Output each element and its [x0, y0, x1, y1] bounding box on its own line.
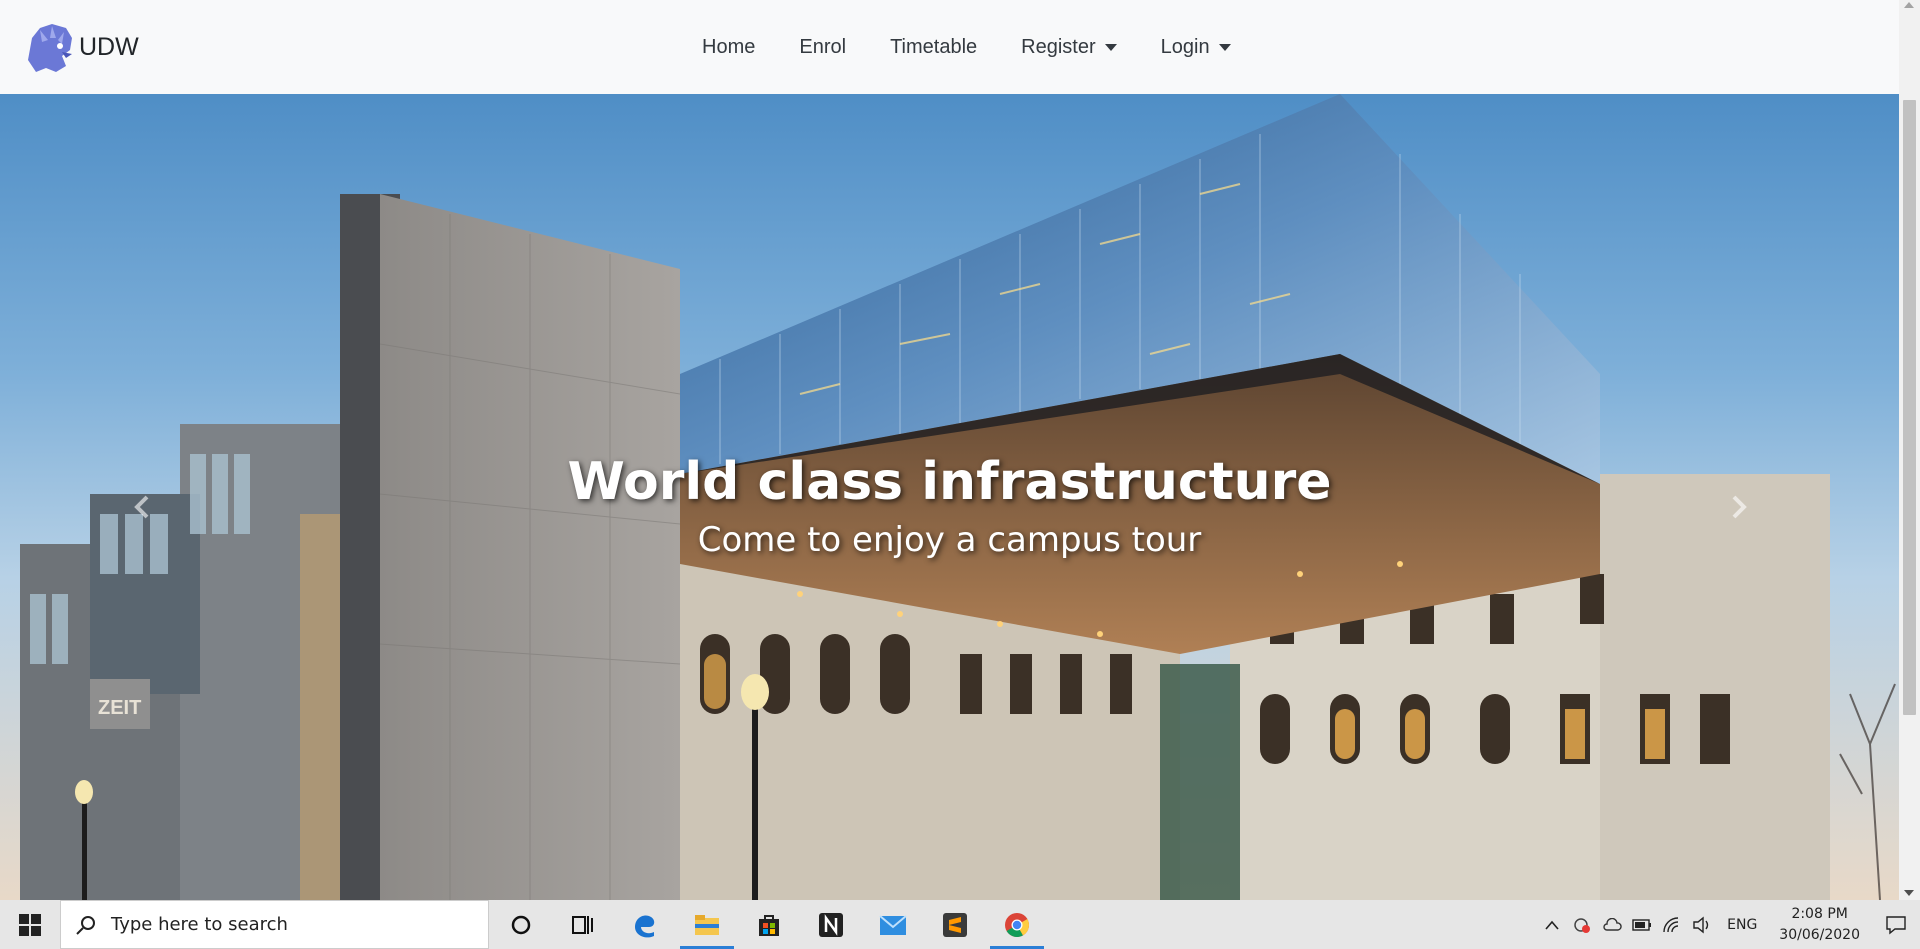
wifi-icon: [1663, 916, 1679, 932]
taskbar-clock[interactable]: 2:08 PM 30/06/2020: [1767, 904, 1872, 946]
clock-date: 30/06/2020: [1779, 926, 1860, 943]
search-placeholder: Type here to search: [111, 914, 288, 935]
scrollbar-thumb[interactable]: [1903, 100, 1916, 715]
brand-name: UDW: [79, 33, 139, 61]
cortana-button[interactable]: [490, 900, 552, 949]
zeit-sign-text: ZEIT: [98, 697, 141, 719]
notion-button[interactable]: [800, 900, 862, 949]
sublime-icon: [943, 912, 967, 937]
nav-home-label: Home: [702, 35, 756, 58]
store-icon: [759, 914, 779, 936]
caret-down-icon: [1104, 43, 1117, 51]
notion-icon: [819, 912, 843, 937]
taskbar-search-box[interactable]: Type here to search: [60, 900, 489, 949]
nav-home[interactable]: Home: [680, 36, 777, 59]
nav-login-label: Login: [1160, 35, 1210, 58]
onedrive-tray-button[interactable]: [1597, 900, 1627, 949]
nav-enrol[interactable]: Enrol: [777, 36, 868, 59]
nav-timetable-label: Timetable: [890, 35, 978, 58]
mail-button[interactable]: [862, 900, 924, 949]
windows-logo-icon: [19, 913, 41, 936]
system-tray: ENG 2:08 PM 30/06/2020: [1537, 900, 1920, 949]
sublime-button[interactable]: [924, 900, 986, 949]
search-icon: [76, 915, 95, 935]
task-view-button[interactable]: [552, 900, 614, 949]
edge-icon: [635, 914, 655, 937]
windows-taskbar: Type here to search ENG 2:08 PM 30/06/20…: [0, 900, 1920, 949]
clock-time: 2:08 PM: [1791, 905, 1848, 922]
volume-tray-button[interactable]: [1687, 900, 1717, 949]
cortana-icon: [511, 915, 531, 934]
store-button[interactable]: [738, 900, 800, 949]
nav-login-dropdown[interactable]: Login: [1139, 36, 1253, 59]
cloud-icon: [1603, 917, 1622, 931]
antivirus-tray-button[interactable]: [1567, 900, 1597, 949]
start-button[interactable]: [0, 900, 60, 949]
show-hidden-icons-button[interactable]: [1537, 900, 1567, 949]
chrome-button[interactable]: [986, 900, 1048, 949]
nav-timetable[interactable]: Timetable: [868, 36, 999, 59]
caret-down-icon: [1218, 43, 1231, 51]
chevron-up-icon: [1545, 920, 1559, 930]
antivirus-icon: [1574, 917, 1591, 933]
main-nav: Home Enrol Timetable Register Login: [680, 0, 1253, 94]
action-center-button[interactable]: [1872, 900, 1920, 949]
brand-link[interactable]: UDW: [22, 20, 139, 75]
scroll-up-arrow-icon[interactable]: [1904, 2, 1914, 8]
carousel-caption-title: World class infrastructure: [567, 452, 1332, 512]
lion-logo-icon: [28, 24, 72, 72]
top-navbar: UDW Home Enrol Timetable Register Login: [0, 0, 1899, 94]
task-view-icon: [572, 915, 593, 934]
chevron-right-icon: [1732, 495, 1747, 519]
wifi-tray-button[interactable]: [1657, 900, 1687, 949]
volume-icon: [1693, 916, 1709, 933]
file-explorer-icon: [695, 914, 719, 935]
nav-register-label: Register: [1021, 35, 1096, 58]
language-indicator[interactable]: ENG: [1717, 917, 1767, 933]
battery-icon: [1632, 918, 1652, 931]
notification-icon: [1886, 915, 1906, 934]
file-explorer-button[interactable]: [676, 900, 738, 949]
battery-tray-button[interactable]: [1627, 900, 1657, 949]
chrome-icon: [1005, 912, 1029, 937]
mail-icon: [879, 914, 907, 935]
taskbar-apps: [490, 900, 1048, 949]
page-scrollbar[interactable]: [1899, 0, 1920, 900]
carousel-next-button[interactable]: [1723, 492, 1753, 522]
carousel-caption-subtitle: Come to enjoy a campus tour: [697, 520, 1202, 560]
edge-button[interactable]: [614, 900, 676, 949]
nav-register-dropdown[interactable]: Register: [999, 36, 1138, 59]
scroll-down-arrow-icon[interactable]: [1904, 890, 1914, 896]
chevron-left-icon: [134, 495, 149, 519]
carousel-prev-button[interactable]: [128, 492, 158, 522]
nav-enrol-label: Enrol: [799, 35, 847, 58]
hero-carousel: ZEIT World class infrastructure Come to …: [0, 94, 1899, 900]
